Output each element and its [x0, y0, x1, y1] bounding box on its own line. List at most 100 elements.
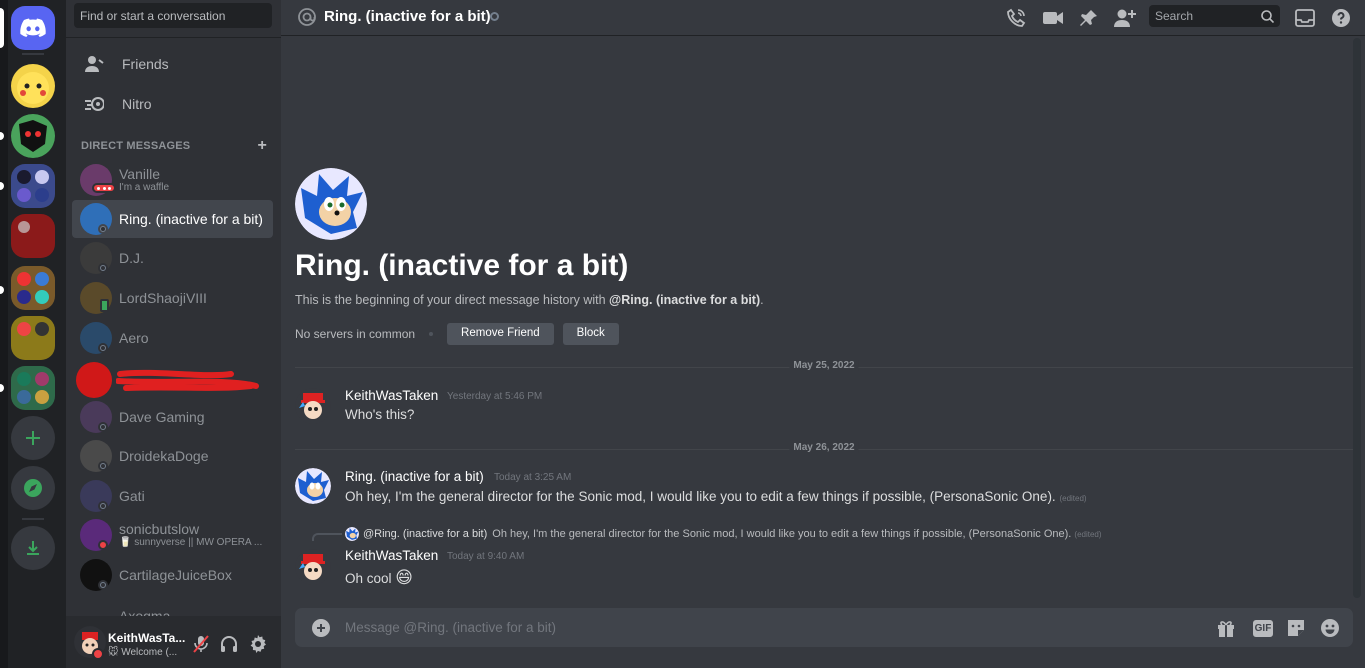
- user-settings-button[interactable]: [249, 635, 267, 653]
- upload-button[interactable]: [312, 619, 330, 637]
- offline-status-icon: [98, 580, 108, 590]
- mute-mic-button[interactable]: [192, 635, 210, 653]
- dm-item[interactable]: Vanille I'm a waffle: [72, 161, 273, 199]
- dnd-status-icon: [98, 540, 108, 550]
- offline-status-icon: [98, 422, 108, 432]
- message-author[interactable]: Ring. (inactive for a bit): [345, 469, 484, 484]
- message-input[interactable]: Message @Ring. (inactive for a bit): [345, 620, 556, 635]
- message-avatar[interactable]: [295, 549, 331, 585]
- message-timestamp: Today at 3:25 AM: [494, 472, 572, 483]
- typing-indicator: [92, 183, 116, 193]
- inbox-button[interactable]: [1293, 6, 1317, 30]
- sticker-button[interactable]: [1285, 617, 1307, 639]
- folder-icon: [17, 372, 49, 404]
- help-button[interactable]: [1329, 6, 1353, 30]
- edited-label: (edited): [1074, 529, 1102, 539]
- pinned-messages-button[interactable]: [1077, 6, 1101, 30]
- reply-preview[interactable]: @Ring. (inactive for a bit) Oh hey, I'm …: [345, 527, 1102, 541]
- gif-icon: GIF: [1252, 619, 1274, 637]
- grinning-emoji[interactable]: 😄: [395, 568, 413, 587]
- user-panel: KeithWasTa... 🐭 Welcome (...: [66, 616, 281, 668]
- message-author[interactable]: KeithWasTaken: [345, 388, 438, 403]
- remove-friend-button[interactable]: Remove Friend: [447, 323, 554, 345]
- server-folder-3[interactable]: [11, 316, 55, 360]
- download-apps-button[interactable]: [11, 526, 55, 570]
- mobile-status-icon: [100, 299, 109, 312]
- nitro-nav-item[interactable]: Nitro: [74, 85, 274, 123]
- dm-name: LordShaojiVIII: [119, 290, 207, 306]
- add-friends-to-dm-button[interactable]: [1113, 6, 1137, 30]
- reply-author[interactable]: @Ring. (inactive for a bit): [363, 528, 487, 540]
- divider: [66, 37, 281, 38]
- dm-item[interactable]: Dave Gaming: [72, 398, 273, 436]
- dm-name: DroidekaDoge: [119, 448, 209, 464]
- gif-button[interactable]: GIF: [1251, 617, 1275, 639]
- dm-item[interactable]: Gati: [72, 477, 273, 515]
- date-divider: May 25, 2022: [295, 360, 1353, 371]
- dm-item-selected[interactable]: Ring. (inactive for a bit): [72, 200, 273, 238]
- server-2[interactable]: [11, 114, 55, 158]
- offline-status-icon: [490, 12, 499, 21]
- offline-status-icon: [98, 263, 108, 273]
- start-voice-call-button[interactable]: [1004, 6, 1028, 30]
- dm-item[interactable]: DroidekaDoge: [72, 437, 273, 475]
- chat-scrollbar[interactable]: [1353, 38, 1361, 598]
- message-text: Oh hey, I'm the general director for the…: [345, 489, 1056, 504]
- username: KeithWasTa...: [108, 631, 186, 645]
- offline-status-icon: [98, 461, 108, 471]
- explore-servers-button[interactable]: [11, 466, 55, 510]
- pikachu-server-icon: [17, 72, 49, 104]
- emoji-button[interactable]: [1319, 617, 1341, 639]
- gift-button[interactable]: [1215, 617, 1237, 639]
- rail-separator: [22, 518, 44, 520]
- gear-icon: [250, 635, 266, 653]
- home-button[interactable]: [11, 6, 55, 50]
- intro-prefix: This is the beginning of your direct mes…: [295, 293, 610, 307]
- add-server-button[interactable]: [11, 416, 55, 460]
- server-folder-4[interactable]: [11, 366, 55, 410]
- search-icon: [1261, 10, 1274, 23]
- server-3[interactable]: [11, 214, 55, 258]
- friends-nav-item[interactable]: Friends: [74, 45, 274, 83]
- message-composer: Message @Ring. (inactive for a bit) GIF: [295, 608, 1353, 647]
- message-avatar[interactable]: [295, 468, 331, 504]
- dm-item[interactable]: sonicbutslow 🥛 sunnyverse || MW OPERA ..…: [72, 516, 273, 554]
- message-author[interactable]: KeithWasTaken: [345, 548, 438, 563]
- message-timestamp: Today at 9:40 AM: [447, 551, 525, 562]
- message-text: Oh cool: [345, 571, 392, 586]
- redacted-avatar: [76, 362, 112, 398]
- server-folder-2[interactable]: [11, 266, 55, 310]
- folder-icon: [17, 322, 49, 336]
- start-video-call-button[interactable]: [1041, 6, 1065, 30]
- block-button[interactable]: Block: [562, 323, 619, 345]
- dm-name: Gati: [119, 488, 145, 504]
- friends-label: Friends: [122, 56, 169, 72]
- offline-status-icon: [98, 224, 108, 234]
- intro-actions: No servers in common Remove Friend Block: [295, 323, 628, 345]
- discord-app: Find or start a conversation Friends Nit…: [0, 0, 1365, 668]
- create-dm-plus-icon[interactable]: +: [257, 138, 267, 154]
- server-1[interactable]: [11, 64, 55, 108]
- help-icon: [1332, 9, 1350, 27]
- message-avatar[interactable]: [295, 388, 331, 424]
- recipient-mention[interactable]: @Ring. (inactive for a bit): [609, 293, 760, 307]
- dm-item-redacted[interactable]: [72, 360, 273, 398]
- dm-item[interactable]: D.J.: [72, 239, 273, 277]
- dm-item[interactable]: CartilageJuiceBox: [72, 556, 273, 594]
- reply-text: Oh hey, I'm the general director for the…: [492, 528, 1072, 540]
- find-conversation-input[interactable]: Find or start a conversation: [74, 3, 272, 28]
- dm-item[interactable]: LordShaojiVIII: [72, 279, 273, 317]
- video-camera-icon: [1043, 12, 1063, 24]
- server-folder-1[interactable]: [11, 164, 55, 208]
- dm-item[interactable]: Axogma: [72, 596, 273, 616]
- folder-icon: [17, 170, 49, 202]
- chat-header: Ring. (inactive for a bit) Search: [281, 0, 1365, 36]
- dnd-status-icon: [92, 648, 104, 660]
- dm-custom-status: 🥛 sunnyverse || MW OPERA ...: [119, 537, 263, 548]
- friends-icon: [84, 54, 104, 74]
- message-content: Oh cool 😄: [345, 568, 413, 588]
- dm-item[interactable]: Aero: [72, 319, 273, 357]
- offline-status-icon: [98, 501, 108, 511]
- character-server-icon: [11, 114, 55, 158]
- deafen-button[interactable]: [220, 635, 238, 653]
